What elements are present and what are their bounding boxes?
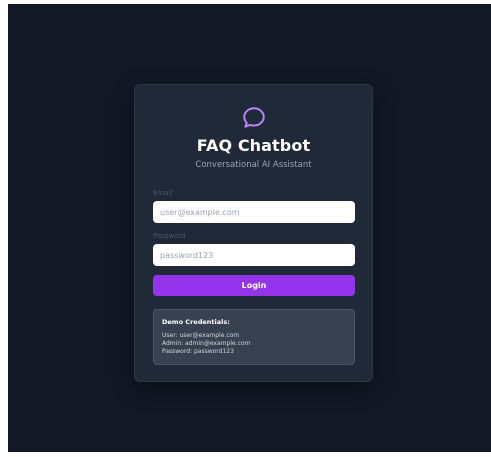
demo-admin-line: Admin: admin@example.com — [162, 340, 251, 347]
email-label: Email — [153, 189, 173, 197]
demo-password-line: Password: password123 — [162, 348, 234, 355]
demo-credentials-title: Demo Credentials: — [162, 318, 230, 326]
demo-credentials-box: Demo Credentials: User: user@example.com… — [153, 309, 355, 365]
login-card: FAQ Chatbot Conversational AI Assistant … — [134, 84, 373, 382]
page-background: FAQ Chatbot Conversational AI Assistant … — [8, 4, 491, 452]
login-button[interactable]: Login — [153, 275, 355, 296]
chat-bubble-icon — [243, 107, 265, 128]
email-input[interactable] — [153, 201, 355, 223]
app-title: FAQ Chatbot — [196, 136, 311, 155]
demo-user-line: User: user@example.com — [162, 332, 240, 339]
password-input[interactable] — [153, 244, 355, 266]
password-label: Password — [153, 232, 186, 240]
app-subtitle: Conversational AI Assistant — [195, 160, 312, 170]
